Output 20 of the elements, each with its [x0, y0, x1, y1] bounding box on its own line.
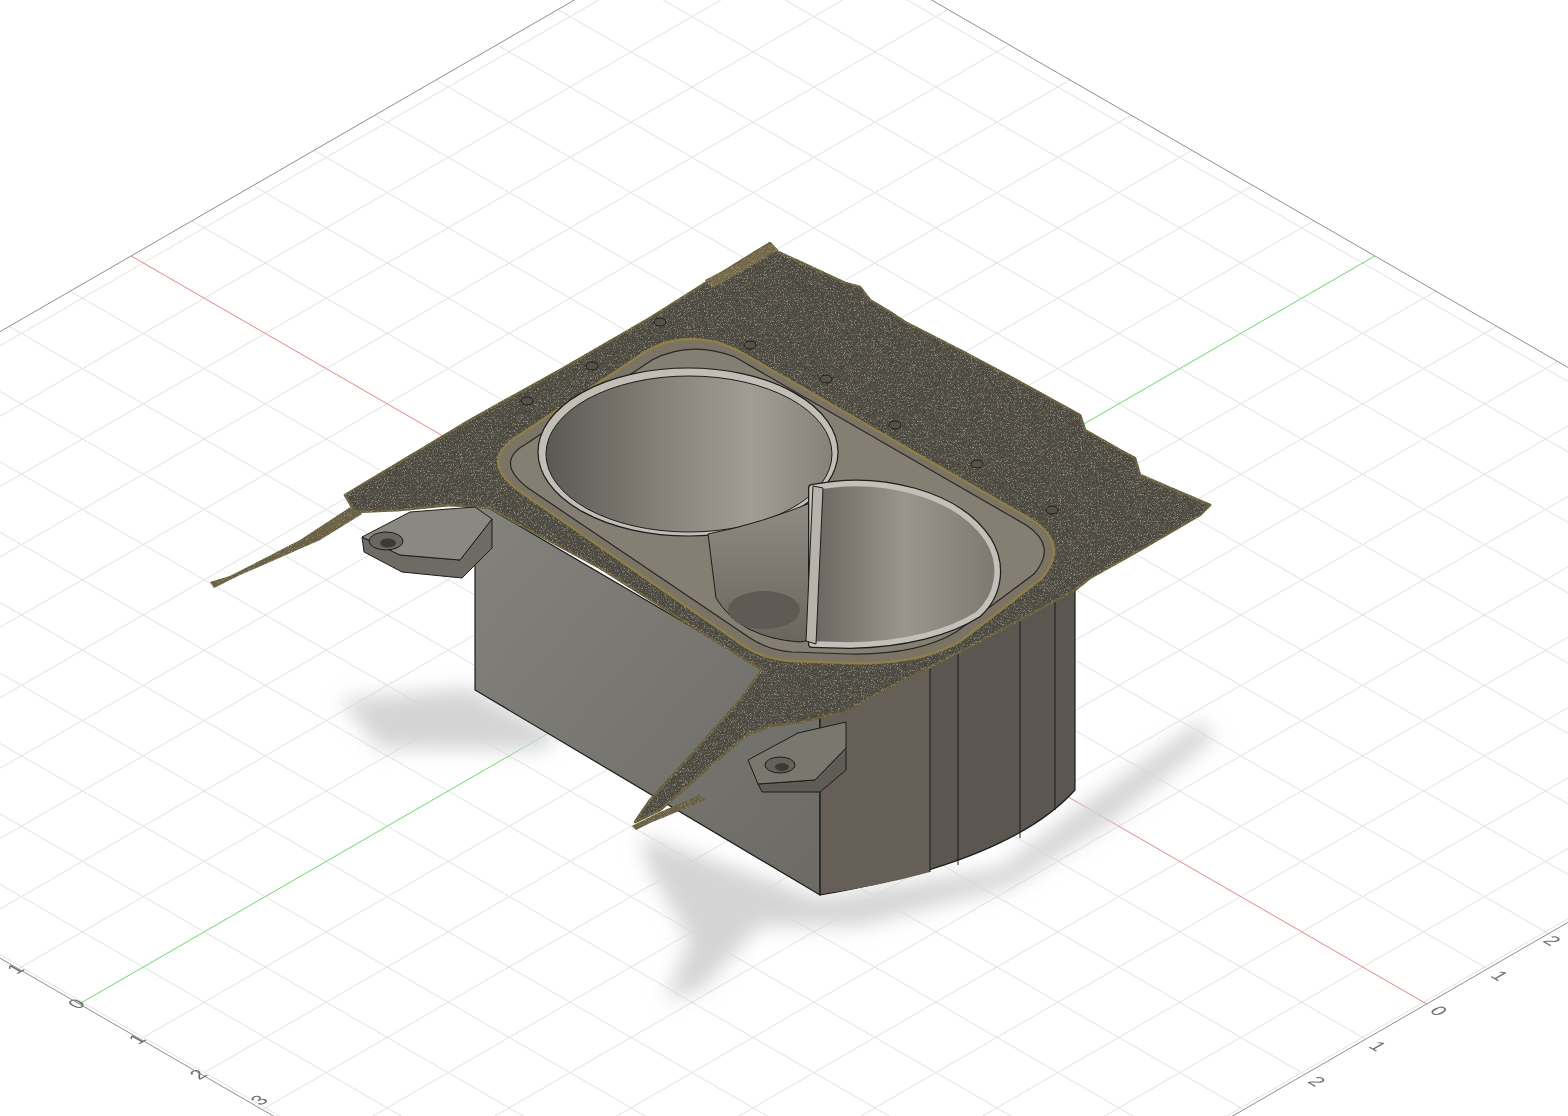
- rivet-icon: [1045, 505, 1059, 515]
- screw-hole-icon: [764, 756, 796, 774]
- grid-tick-label: 1: [1, 960, 29, 977]
- grid-tick-label: 0: [1425, 1003, 1453, 1019]
- grid-tick-label: 2: [184, 1066, 212, 1083]
- rivet-icon: [970, 459, 984, 469]
- grid-tick-label: 1: [1486, 967, 1514, 984]
- rivet-icon: [520, 396, 534, 406]
- rivet-icon: [819, 374, 833, 384]
- rivet-icon: [743, 340, 757, 350]
- grid-tick-label: 0: [62, 996, 90, 1012]
- screw-hole-icon: [368, 531, 404, 551]
- rivet-icon: [888, 420, 902, 430]
- grid-tick-label: 1: [123, 1031, 151, 1048]
- grid-tick-label: 1: [1364, 1038, 1392, 1055]
- grid-tick-label: 3: [245, 1092, 273, 1108]
- rivet-icon: [585, 361, 599, 371]
- grid-tick-label: 2: [1303, 1073, 1331, 1090]
- rivet-icon: [653, 317, 667, 327]
- grid-tick-label: 2: [1538, 932, 1566, 949]
